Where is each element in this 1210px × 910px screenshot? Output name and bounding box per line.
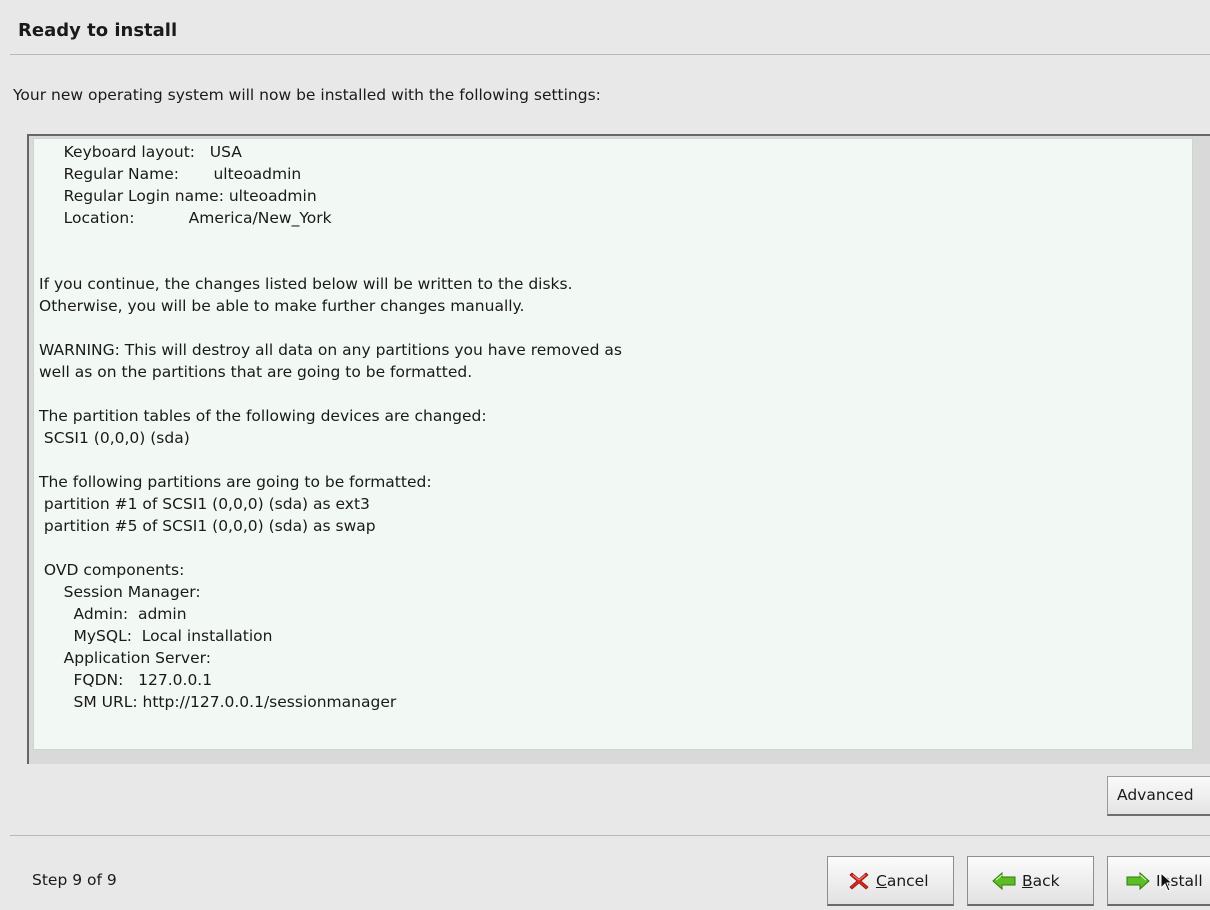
summary-line: MySQL: Local installation	[39, 627, 273, 645]
back-button[interactable]: Back	[967, 856, 1094, 906]
summary-line: partition #1 of SCSI1 (0,0,0) (sda) as e…	[39, 495, 370, 513]
advanced-button[interactable]: Advanced	[1107, 776, 1210, 816]
install-button[interactable]: Install	[1107, 856, 1210, 906]
footer-divider	[10, 835, 1210, 836]
back-label: Back	[1022, 871, 1060, 890]
cancel-button[interactable]: Cancel	[827, 856, 954, 906]
summary-line: Session Manager:	[39, 583, 201, 601]
summary-panel[interactable]: Keyboard layout: USA Regular Name: ulteo…	[33, 138, 1193, 750]
summary-line: Application Server:	[39, 649, 211, 667]
title-divider	[10, 54, 1210, 55]
cancel-icon	[848, 870, 870, 892]
summary-line: FQDN: 127.0.0.1	[39, 671, 213, 689]
summary-line: OVD components:	[39, 561, 185, 579]
summary-line: SM URL: http://127.0.0.1/sessionmanager	[39, 693, 397, 711]
installer-window: Ready to install Your new operating syst…	[0, 0, 1210, 910]
summary-line: Regular Name: ulteoadmin	[39, 165, 302, 183]
summary-line: Otherwise, you will be able to make furt…	[39, 297, 525, 315]
mouse-pointer-icon	[1160, 871, 1174, 896]
summary-line	[39, 229, 622, 251]
intro-text: Your new operating system will now be in…	[13, 86, 601, 104]
summary-line: SCSI1 (0,0,0) (sda)	[39, 429, 190, 447]
summary-line	[39, 537, 622, 559]
summary-line: Admin: admin	[39, 605, 187, 623]
arrow-left-icon	[992, 871, 1016, 890]
summary-line: WARNING: This will destroy all data on a…	[39, 341, 622, 359]
summary-line: Location: America/New_York	[39, 209, 332, 227]
step-indicator: Step 9 of 9	[32, 871, 117, 889]
summary-line: Keyboard layout: USA	[39, 143, 242, 161]
page-title: Ready to install	[18, 20, 178, 41]
summary-line: The following partitions are going to be…	[39, 473, 432, 491]
summary-line	[39, 449, 622, 471]
summary-line: The partition tables of the following de…	[39, 407, 487, 425]
summary-line: well as on the partitions that are going…	[39, 363, 473, 381]
summary-line	[39, 317, 622, 339]
summary-line: Regular Login name: ulteoadmin	[39, 187, 317, 205]
summary-line	[39, 251, 622, 273]
arrow-right-icon	[1126, 871, 1150, 890]
summary-line: If you continue, the changes listed belo…	[39, 275, 573, 293]
summary-text: Keyboard layout: USA Regular Name: ulteo…	[39, 141, 622, 713]
summary-line: partition #5 of SCSI1 (0,0,0) (sda) as s…	[39, 517, 376, 535]
cancel-label: Cancel	[876, 871, 929, 890]
summary-line	[39, 383, 622, 405]
